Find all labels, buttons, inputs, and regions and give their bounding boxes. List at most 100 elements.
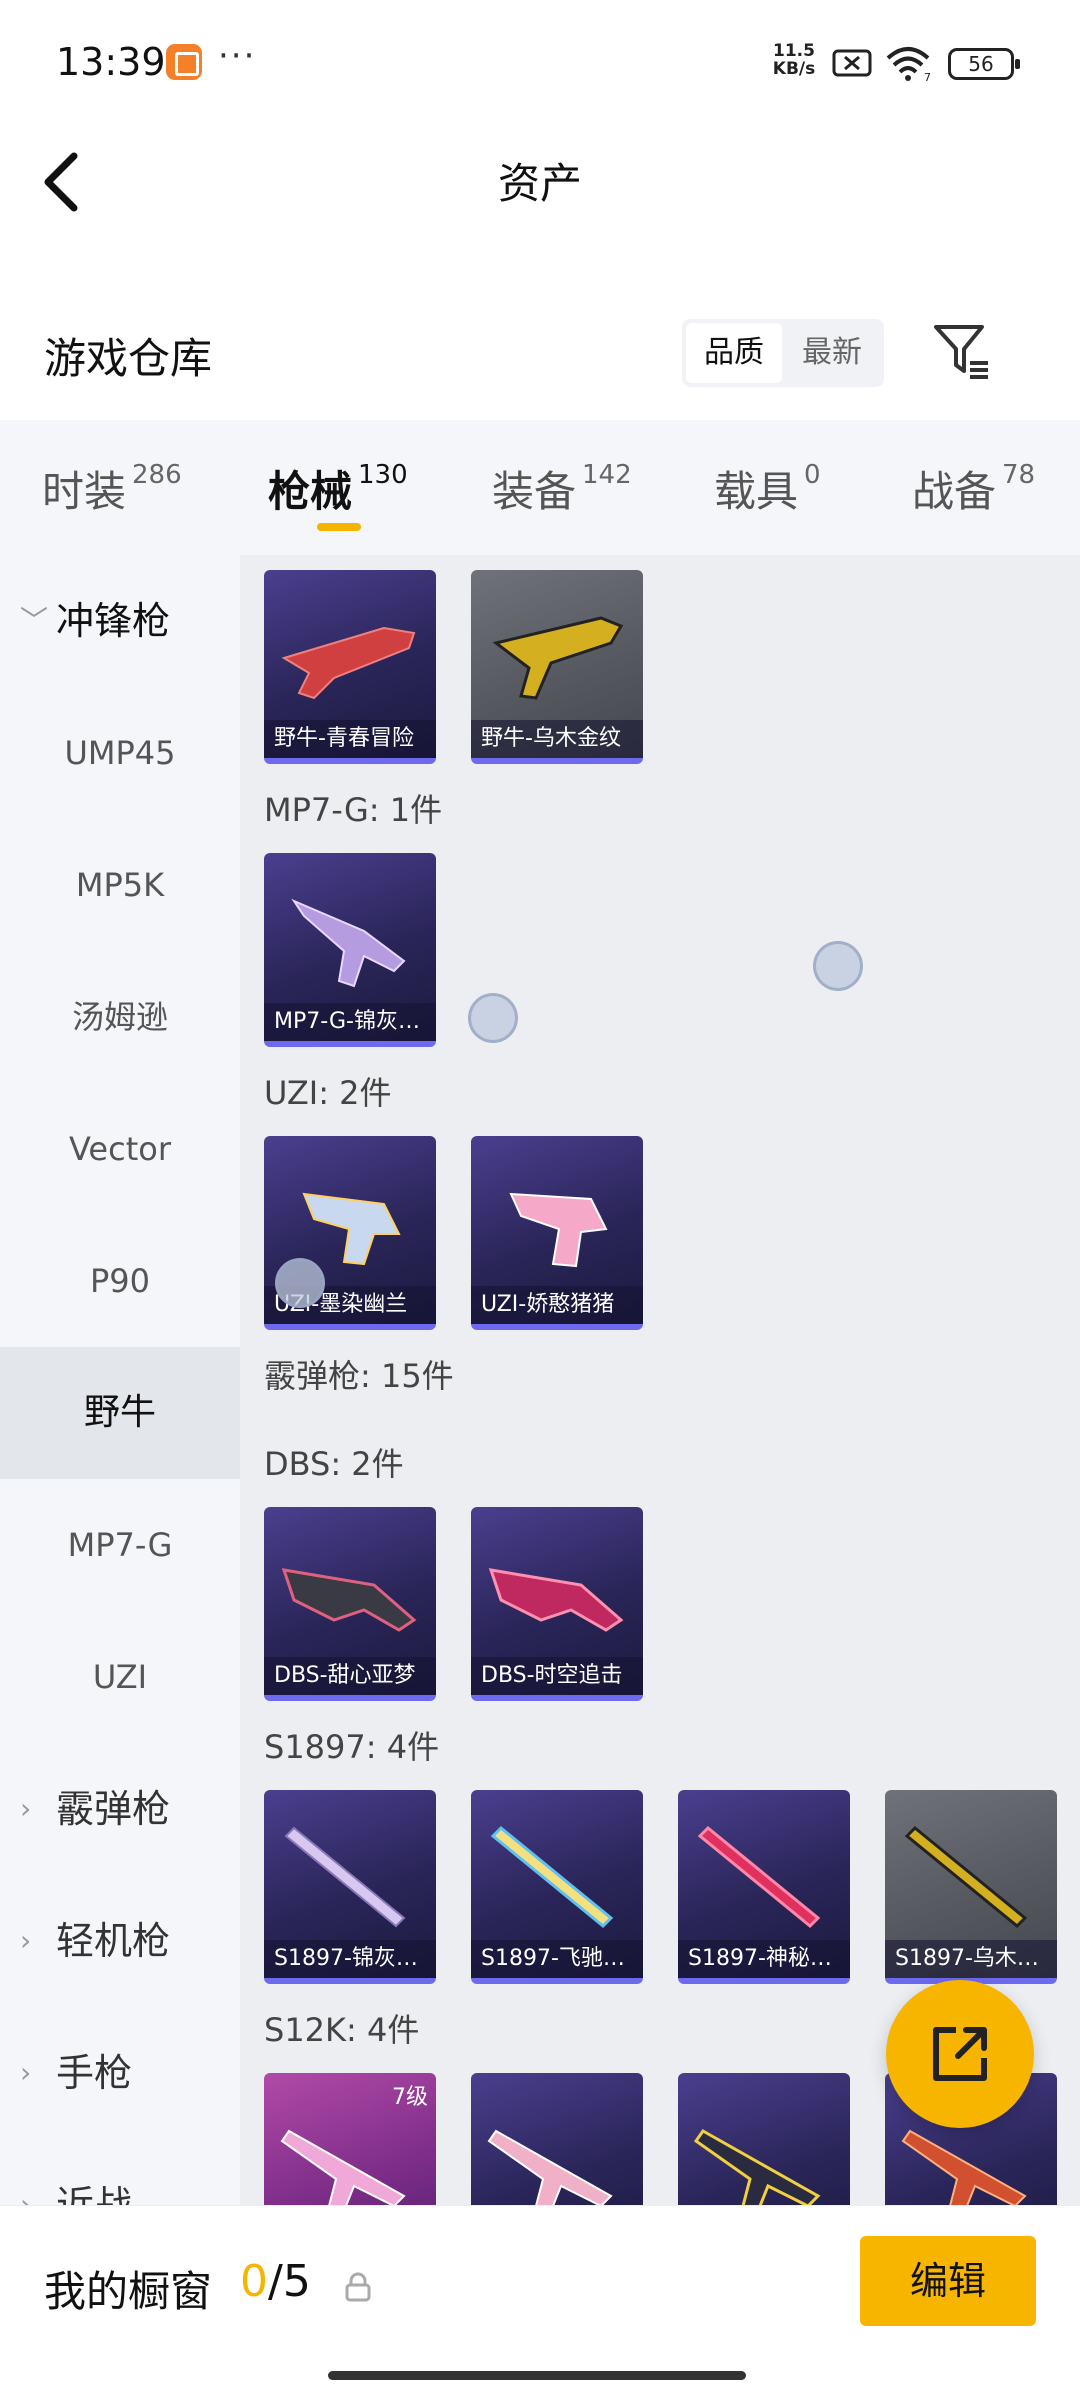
skin-card[interactable]: S1897-乌木金纹 — [885, 1790, 1057, 1984]
chevron-left-icon[interactable] — [30, 146, 100, 216]
sidebar-item-ump45[interactable]: UMP45 — [0, 687, 240, 819]
skin-card[interactable]: 野牛-青春冒险 — [264, 570, 436, 764]
section-label: MP7-G: 1件 — [264, 791, 443, 829]
sidebar-item-vector[interactable]: Vector — [0, 1083, 240, 1215]
sidebar-item-p90[interactable]: P90 — [0, 1215, 240, 1347]
more-dots-icon: ··· — [218, 36, 257, 76]
sidebar-item-thompson[interactable]: 汤姆逊 — [0, 951, 240, 1083]
showcase-count: 0/5 — [240, 2256, 311, 2307]
home-indicator[interactable] — [328, 2371, 746, 2380]
chevron-down-icon: ﹀ — [20, 604, 49, 637]
page-title: 资产 — [497, 159, 582, 208]
shotgun-skin-image — [284, 1826, 406, 1928]
skin-name: 野牛-青春冒险 — [264, 720, 436, 758]
network-speed-value: 11.5 — [773, 41, 815, 61]
sidebar-group-smg[interactable]: ﹀ 冲锋枪 — [0, 555, 240, 687]
category-tabs: 时装 286 枪械 130 装备 142 载具 0 战备 78 — [0, 420, 1080, 555]
warehouse-header: 游戏仓库 品质 最新 — [0, 305, 1080, 415]
network-speed-unit: KB/s — [772, 59, 816, 79]
weapon-grid: 野牛-青春冒险 野牛-乌木金纹 MP7-G: 1件 MP7-G-锦灰流光 UZI… — [240, 555, 1080, 2205]
skin-name: 野牛-乌木金纹 — [471, 720, 643, 758]
sidebar-group-label: 霰弹枪 — [56, 1787, 171, 1831]
sort-quality-button[interactable]: 品质 — [686, 323, 782, 383]
skin-card[interactable]: UZI-娇憨猪猪 — [471, 1136, 643, 1330]
chevron-right-icon: › — [20, 1924, 32, 1957]
status-bar: 13:39 ··· 11.5 KB/s 7 56 — [0, 0, 1080, 130]
touch-indicator — [468, 993, 518, 1043]
tab-fashion[interactable]: 时装 286 — [42, 458, 182, 518]
section-label: DBS: 2件 — [264, 1445, 404, 1483]
sidebar-group-label: 手枪 — [56, 2051, 133, 2095]
sort-latest-button[interactable]: 最新 — [784, 323, 880, 383]
touch-indicator — [813, 941, 863, 991]
weapon-type-sidebar: ﹀ 冲锋枪 UMP45 MP5K 汤姆逊 Vector P90 野牛 MP7-G… — [0, 555, 240, 2205]
shotgun-skin-image — [904, 1825, 1028, 1929]
chevron-right-icon: › — [20, 2188, 32, 2205]
tab-supplies[interactable]: 战备 78 — [912, 458, 1035, 518]
skin-name: DBS-甜心亚梦 — [264, 1657, 436, 1695]
sidebar-item-bison[interactable]: 野牛 — [0, 1347, 240, 1479]
sidebar-item-mp5k[interactable]: MP5K — [0, 819, 240, 951]
tab-label: 装备 — [492, 467, 577, 516]
sidebar-group-label: 轻机枪 — [56, 1919, 171, 1963]
skin-name: S1897-飞驰电掣 — [471, 1940, 643, 1978]
sidebar-item-uzi[interactable]: UZI — [0, 1611, 240, 1743]
showcase-total: /5 — [268, 2256, 311, 2307]
skin-level-badge: 7级 — [392, 2085, 428, 2110]
skin-name: UZI-娇憨猪猪 — [471, 1286, 643, 1324]
shotgun-skin-image — [488, 1568, 624, 1632]
skin-card[interactable] — [678, 2073, 850, 2205]
shotgun-skin-image — [492, 616, 624, 700]
skin-card[interactable]: S1897-锦灰流光 — [264, 1790, 436, 1984]
lock-icon — [345, 2272, 371, 2302]
skin-name: S1897-锦灰流光 — [264, 1940, 436, 1978]
sidebar-group-lmg[interactable]: › 轻机枪 — [0, 1875, 240, 2007]
sidebar-group-melee[interactable]: › 近战 — [0, 2139, 240, 2205]
section-label: 霰弹枪: 15件 — [264, 1357, 454, 1395]
skin-name: S1897-神秘之旅 — [678, 1940, 850, 1978]
tab-vehicles[interactable]: 载具 0 — [714, 458, 821, 518]
skin-card[interactable]: DBS-甜心亚梦 — [264, 1507, 436, 1701]
tab-firearms[interactable]: 枪械 130 — [268, 458, 408, 518]
skin-card[interactable]: 野牛-乌木金纹 — [471, 570, 643, 764]
sidebar-group-pistol[interactable]: › 手枪 — [0, 2007, 240, 2139]
share-button[interactable] — [886, 1980, 1034, 2128]
skin-card[interactable]: S1897-飞驰电掣 — [471, 1790, 643, 1984]
no-sim-icon — [832, 49, 872, 77]
shotgun-skin-image — [693, 2129, 821, 2205]
skin-name: S1897-乌木金纹 — [885, 1940, 1057, 1978]
filter-icon[interactable] — [930, 319, 994, 383]
sidebar-item-mp7g[interactable]: MP7-G — [0, 1479, 240, 1611]
tab-count: 0 — [804, 460, 821, 490]
section-label: UZI: 2件 — [264, 1074, 392, 1112]
title-bar: 资产 — [0, 130, 1080, 230]
skin-name: DBS-时空追击 — [471, 1657, 643, 1695]
chevron-right-icon: › — [20, 2056, 32, 2089]
shotgun-skin-image — [697, 1825, 821, 1929]
tab-equipment[interactable]: 装备 142 — [492, 458, 632, 518]
sidebar-group-label: 近战 — [56, 2183, 133, 2205]
skin-card[interactable]: S1897-神秘之旅 — [678, 1790, 850, 1984]
shotgun-skin-image — [281, 626, 416, 700]
tab-count: 142 — [582, 460, 632, 490]
skin-card[interactable]: MP7-G-锦灰流光 — [264, 853, 436, 1047]
taobao-app-icon — [166, 44, 202, 80]
skin-name: MP7-G-锦灰流光 — [264, 1003, 436, 1041]
battery-icon: 56 — [948, 48, 1020, 80]
tab-label: 时装 — [42, 467, 127, 516]
wifi-icon: 7 — [886, 47, 931, 82]
sidebar-group-label: 冲锋枪 — [56, 599, 171, 643]
share-external-icon — [933, 2027, 987, 2081]
sidebar-group-shotgun[interactable]: › 霰弹枪 — [0, 1743, 240, 1875]
edit-button[interactable]: 编辑 — [860, 2236, 1036, 2326]
skin-card[interactable] — [471, 2073, 643, 2205]
skin-card[interactable]: 7级 — [264, 2073, 436, 2205]
tab-count: 286 — [132, 460, 182, 490]
shotgun-skin-image — [490, 1825, 614, 1929]
showcase-label: 我的橱窗 — [44, 2267, 213, 2316]
skin-card[interactable]: DBS-时空追击 — [471, 1507, 643, 1701]
tab-active-indicator — [317, 523, 361, 531]
tab-label: 战备 — [912, 467, 997, 516]
tab-label: 载具 — [714, 467, 799, 516]
sort-toggle: 品质 最新 — [682, 319, 884, 387]
